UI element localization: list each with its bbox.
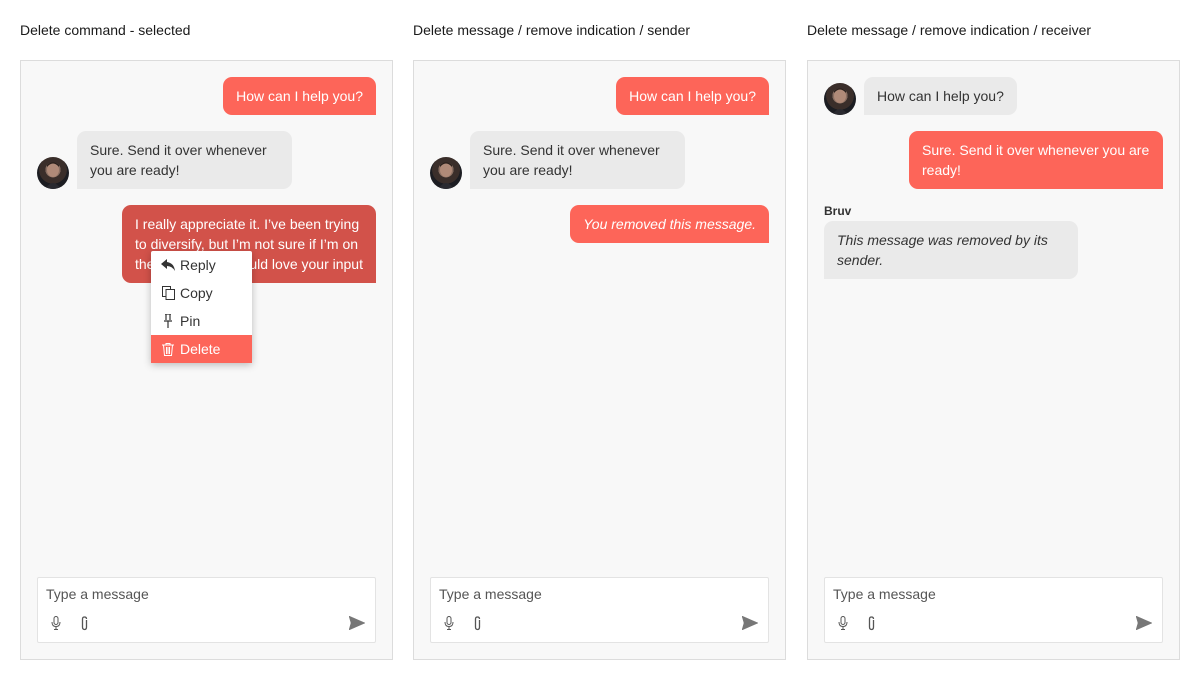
send-icon[interactable]: [349, 615, 365, 631]
pin-icon: [161, 314, 175, 328]
chat-panel-removed-sender: How can I help you? Sure. Send it over w…: [413, 60, 786, 660]
menu-item-label: Copy: [180, 285, 213, 301]
menu-item-reply[interactable]: Reply: [151, 251, 252, 279]
outgoing-message[interactable]: Sure. Send it over whenever you are read…: [909, 131, 1163, 189]
avatar: [37, 157, 69, 189]
trash-icon: [161, 342, 175, 356]
send-icon[interactable]: [742, 615, 758, 631]
panel-title-removed-sender: Delete message / remove indication / sen…: [413, 22, 691, 38]
menu-item-pin[interactable]: Pin: [151, 307, 252, 335]
message-composer: [824, 577, 1163, 643]
message-line: I really appreciate it. I’ve been trying: [135, 216, 360, 232]
microphone-icon[interactable]: [441, 615, 457, 631]
removed-message-indicator: This message was removed by its sender.: [824, 221, 1078, 279]
sender-name: Bruv: [824, 204, 852, 218]
avatar: [430, 157, 462, 189]
copy-icon: [161, 286, 175, 300]
menu-item-delete[interactable]: Delete: [151, 335, 252, 363]
menu-item-copy[interactable]: Copy: [151, 279, 252, 307]
message-input[interactable]: [46, 584, 366, 604]
chat-panel-removed-receiver: How can I help you? Sure. Send it over w…: [807, 60, 1180, 660]
send-icon[interactable]: [1136, 615, 1152, 631]
menu-item-label: Pin: [180, 313, 201, 329]
message-line-fragment: uld love your input: [249, 256, 363, 272]
incoming-message[interactable]: How can I help you?: [864, 77, 1017, 115]
panel-title-removed-receiver: Delete message / remove indication / rec…: [807, 22, 1092, 38]
microphone-icon[interactable]: [835, 615, 851, 631]
incoming-message[interactable]: Sure. Send it over whenever you are read…: [77, 131, 292, 189]
paperclip-icon[interactable]: [76, 615, 92, 631]
message-composer: [37, 577, 376, 643]
outgoing-message[interactable]: How can I help you?: [223, 77, 376, 115]
paperclip-icon[interactable]: [469, 615, 485, 631]
chat-panel-delete-selected: How can I help you? Sure. Send it over w…: [20, 60, 393, 660]
message-composer: [430, 577, 769, 643]
incoming-message[interactable]: Sure. Send it over whenever you are read…: [470, 131, 685, 189]
outgoing-message[interactable]: How can I help you?: [616, 77, 769, 115]
context-menu: Reply Copy Pin Delete: [151, 251, 252, 363]
message-input[interactable]: [833, 584, 1153, 604]
reply-icon: [161, 258, 175, 272]
menu-item-label: Delete: [180, 341, 221, 357]
removed-message-indicator: You removed this message.: [570, 205, 769, 243]
menu-item-label: Reply: [180, 257, 216, 273]
panel-title-delete-selected: Delete command - selected: [20, 22, 191, 38]
message-input[interactable]: [439, 584, 759, 604]
avatar: [824, 83, 856, 115]
microphone-icon[interactable]: [48, 615, 64, 631]
paperclip-icon[interactable]: [863, 615, 879, 631]
